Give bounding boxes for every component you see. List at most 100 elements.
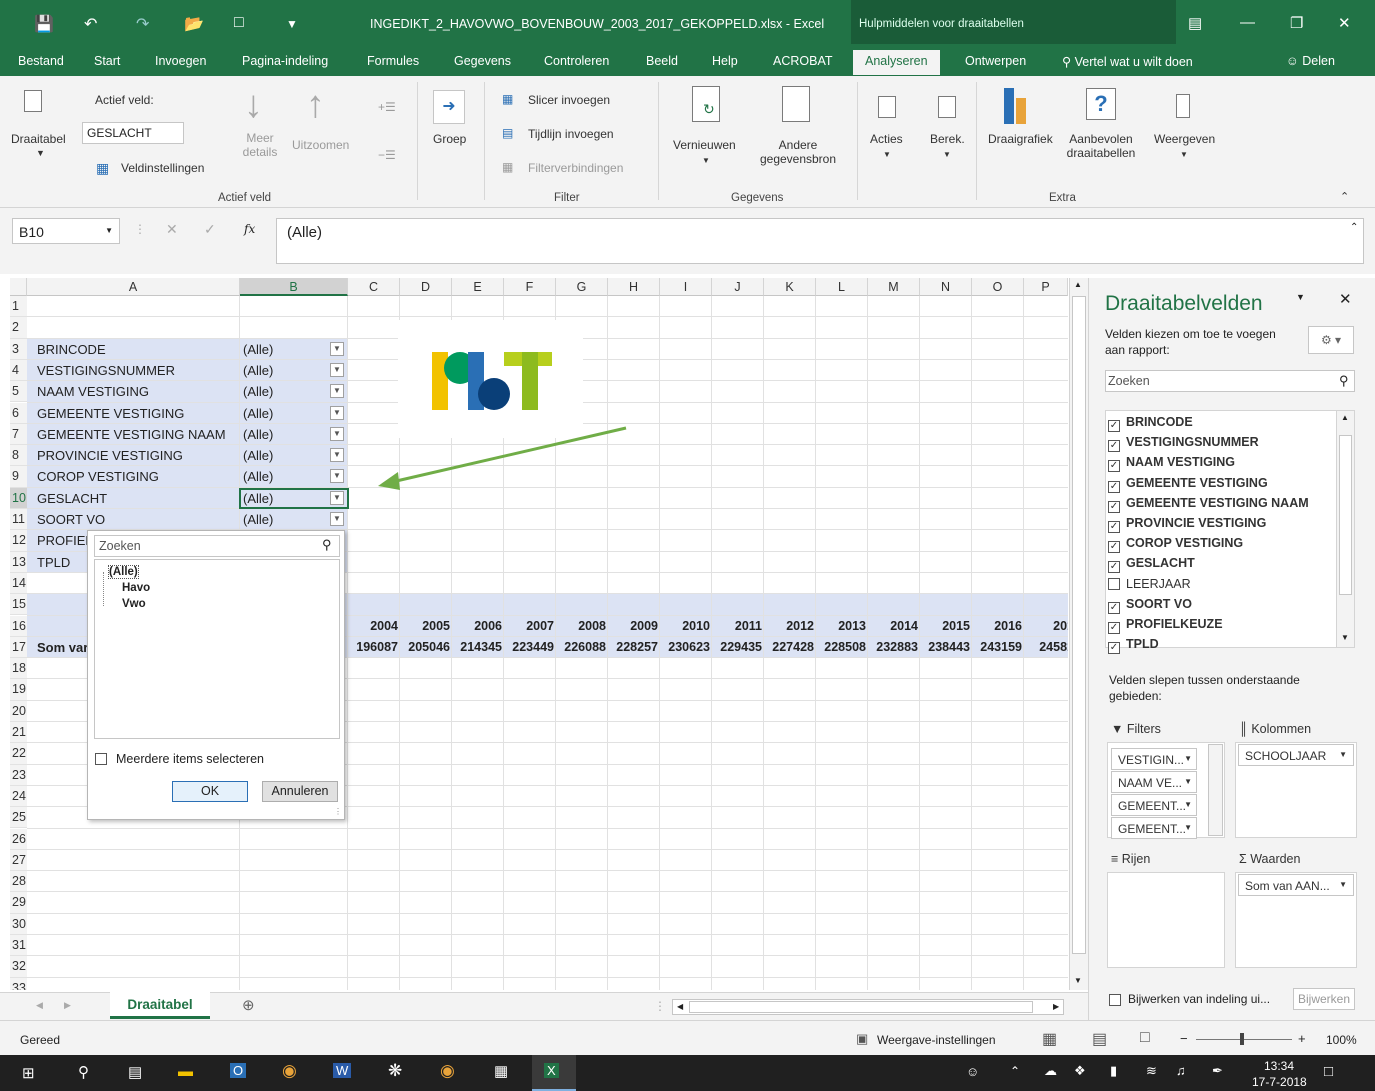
page-break-icon[interactable]: □ <box>1140 1029 1150 1047</box>
uitzoomen-button[interactable]: Uitzoomen <box>292 138 349 152</box>
zoom-in-button[interactable]: + <box>1298 1031 1306 1046</box>
popup-item-alle[interactable]: (Alle) <box>108 565 139 579</box>
scroll-thumb[interactable] <box>1072 296 1086 954</box>
berek-button[interactable]: Berek. <box>930 132 965 146</box>
column-header-j[interactable]: J <box>712 278 764 296</box>
field-checkbox[interactable]: ✓ <box>1108 622 1120 634</box>
filter-field-value[interactable]: (Alle) <box>243 427 273 442</box>
open-icon[interactable]: 📂 <box>184 14 204 34</box>
meer-details-button[interactable]: Meer details <box>240 131 280 159</box>
collapse-field-icon[interactable]: −☰ <box>378 148 396 162</box>
page-layout-icon[interactable]: ▤ <box>1092 1029 1107 1049</box>
field-item-soort-vo[interactable]: ✓ SOORT VO <box>1108 597 1192 614</box>
filter-chip[interactable]: GEMEENT... ▼ <box>1111 794 1197 816</box>
row-header-16[interactable]: 16 <box>10 615 27 637</box>
defer-update-checkbox[interactable] <box>1109 994 1121 1006</box>
scroll-left-icon[interactable]: ◀ <box>36 1000 43 1011</box>
row-header-27[interactable]: 27 <box>10 849 27 872</box>
veldinstellingen-button[interactable]: Veldinstellingen <box>121 161 204 175</box>
filterverbindingen-button[interactable]: Filterverbindingen <box>528 161 623 175</box>
field-checkbox[interactable]: ✓ <box>1108 541 1120 554</box>
row-header-18[interactable]: 18 <box>10 658 27 680</box>
excel-taskbar-button[interactable]: X <box>532 1055 576 1091</box>
filter-field-value[interactable]: (Alle) <box>243 363 273 378</box>
scroll-up-icon[interactable]: ▲ <box>1074 280 1082 289</box>
app-icon[interactable]: ❋ <box>388 1061 402 1081</box>
select-all-corner[interactable] <box>10 278 27 296</box>
battery-icon[interactable]: ▮ <box>1110 1063 1117 1079</box>
field-checkbox[interactable]: ✓ <box>1108 601 1120 614</box>
zoom-slider-thumb[interactable] <box>1240 1033 1244 1045</box>
save-icon[interactable]: 💾 <box>34 14 54 34</box>
filter-dropdown-button[interactable]: ▼ <box>330 469 344 484</box>
tab-invoegen[interactable]: Invoegen <box>155 54 206 68</box>
slicer-invoegen-button[interactable]: Slicer invoegen <box>528 93 610 107</box>
rows-area[interactable] <box>1107 872 1225 968</box>
popup-item-havo[interactable]: Havo <box>122 582 150 594</box>
column-header-c[interactable]: C <box>348 278 400 296</box>
row-header-24[interactable]: 24 <box>10 785 27 808</box>
word-icon[interactable]: W <box>333 1063 352 1078</box>
scroll-down-icon[interactable]: ▼ <box>1341 633 1349 642</box>
filter-dropdown-button[interactable]: ▼ <box>330 362 344 377</box>
acties-button[interactable]: Acties <box>870 132 903 146</box>
field-item-profielkeuze[interactable]: ✓ PROFIELKEUZE <box>1108 617 1223 634</box>
windows-start-icon[interactable]: ⊞ <box>22 1064 35 1082</box>
update-button[interactable]: Bijwerken <box>1293 988 1355 1010</box>
show-hidden-icons[interactable]: ⌃ <box>1010 1064 1020 1078</box>
search-icon[interactable]: ⚲ <box>78 1063 89 1081</box>
row-header-2[interactable]: 2 <box>10 317 27 339</box>
field-checkbox[interactable]: ✓ <box>1108 480 1120 493</box>
scroll-right-icon[interactable]: ▶ <box>64 1000 71 1011</box>
volume-icon[interactable]: ♫ <box>1176 1063 1186 1078</box>
cloud-icon[interactable]: ☁ <box>1044 1063 1057 1079</box>
gear-icon[interactable]: ⚙ ▾ <box>1308 326 1354 354</box>
column-chip-schooljaar[interactable]: SCHOOLJAAR ▼ <box>1238 744 1354 766</box>
share-button[interactable]: ☺ Delen <box>1286 54 1335 68</box>
redo-icon[interactable]: ↷ <box>136 14 149 34</box>
insert-function-icon[interactable]: fx <box>244 222 255 236</box>
field-checkbox[interactable]: ✓ <box>1108 521 1120 533</box>
zoom-level[interactable]: 100% <box>1326 1033 1357 1047</box>
column-header-d[interactable]: D <box>400 278 452 296</box>
field-item-geslacht[interactable]: ✓ GESLACHT <box>1108 556 1195 574</box>
photos-icon[interactable]: ▦ <box>494 1062 508 1080</box>
filter-field-value[interactable]: (Alle) <box>243 406 273 421</box>
expand-field-icon[interactable]: +☰ <box>378 100 396 114</box>
field-item-gemeente-vestiging[interactable]: ✓ GEMEENTE VESTIGING <box>1108 476 1268 493</box>
chrome-icon[interactable]: ◉ <box>440 1061 455 1081</box>
formula-input[interactable]: (Alle) <box>276 218 1364 264</box>
scroll-right-icon[interactable]: ▶ <box>1053 1002 1059 1011</box>
ok-button[interactable]: OK <box>172 781 248 802</box>
enter-icon[interactable]: ✓ <box>204 221 216 238</box>
row-header-5[interactable]: 5 <box>10 381 27 403</box>
row-header-29[interactable]: 29 <box>10 892 27 914</box>
file-explorer-icon[interactable]: ▬ <box>178 1063 193 1080</box>
filter-chip[interactable]: VESTIGIN... ▼ <box>1111 748 1197 770</box>
groep-button[interactable]: Groep <box>433 132 466 146</box>
row-header-6[interactable]: 6 <box>10 402 27 424</box>
popup-search-input[interactable]: Zoeken <box>94 535 340 557</box>
vernieuwen-button[interactable]: Vernieuwen <box>673 138 736 152</box>
tab-bestand[interactable]: Bestand <box>18 54 64 68</box>
row-header-4[interactable]: 4 <box>10 359 27 382</box>
column-header-i[interactable]: I <box>660 278 712 296</box>
clock-date[interactable]: 17-7-2018 <box>1252 1075 1307 1089</box>
pen-icon[interactable]: ✒ <box>1212 1063 1223 1079</box>
clock-time[interactable]: 13:34 <box>1264 1059 1294 1073</box>
filter-dropdown-button[interactable]: ▼ <box>330 384 344 399</box>
field-checkbox[interactable] <box>1108 577 1120 590</box>
scroll-up-icon[interactable]: ▲ <box>1341 413 1349 422</box>
draaitabel-button[interactable]: Draaitabel <box>11 132 66 146</box>
close-button[interactable]: ✕ <box>1338 14 1351 32</box>
field-checkbox[interactable]: ✓ <box>1108 500 1120 513</box>
ribbon-display-icon[interactable]: ▤ <box>1188 14 1202 32</box>
active-cell-b10[interactable] <box>239 487 349 509</box>
field-item-vestigingsnummer[interactable]: ✓ VESTIGINGSNUMMER <box>1108 435 1259 453</box>
row-header-8[interactable]: 8 <box>10 445 27 467</box>
field-item-corop-vestiging[interactable]: ✓ COROP VESTIGING <box>1108 536 1243 554</box>
add-sheet-icon[interactable]: ⊕ <box>242 996 255 1014</box>
people-icon[interactable]: ☺ <box>966 1064 979 1079</box>
dropbox-icon[interactable]: ❖ <box>1074 1063 1086 1079</box>
row-header-3[interactable]: 3 <box>10 338 27 360</box>
